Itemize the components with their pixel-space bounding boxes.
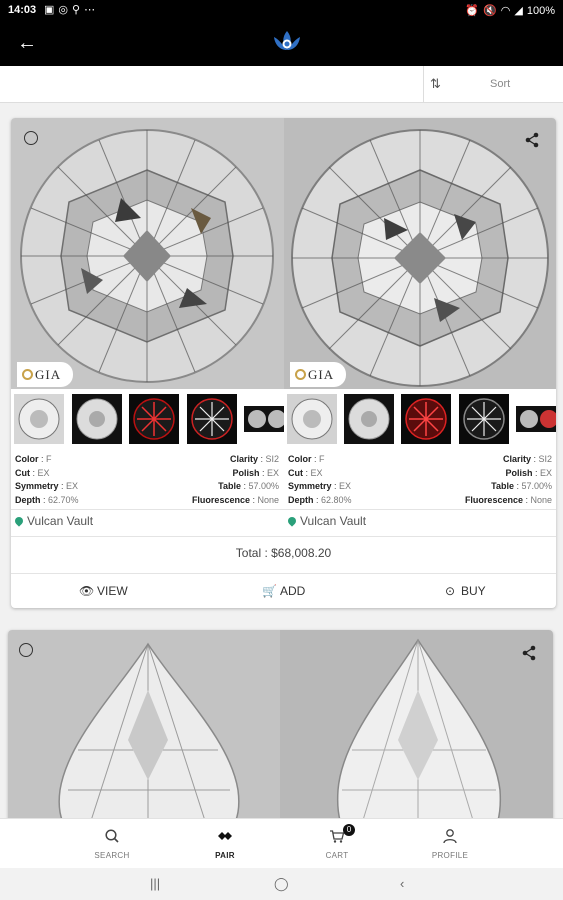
nav-search[interactable]: SEARCH	[77, 819, 147, 869]
thumbnail-photo[interactable]	[287, 394, 337, 444]
pair-card: GIA GIA Color: F Clarity: SI2 Cut: EX…	[11, 118, 556, 608]
round-diamond-image	[291, 129, 549, 387]
buy-arrow-icon: ⊙	[444, 584, 456, 598]
gia-lab-badge: GIA	[17, 362, 73, 387]
whatsapp-icon: ◎	[58, 4, 73, 16]
thumbnail-photo-dark[interactable]	[72, 394, 122, 444]
spec-table: 57.00%	[521, 481, 552, 492]
thumbnail-hearts[interactable]	[187, 394, 237, 444]
buy-button[interactable]: ⊙ BUY	[443, 584, 486, 598]
spec-cut: EX	[37, 467, 50, 478]
alarm-icon: ⏰	[465, 5, 480, 17]
battery-level: 100%	[526, 5, 555, 17]
divider	[11, 573, 556, 574]
image-icon: ▣	[44, 4, 59, 16]
spec-table: 57.00%	[248, 481, 279, 492]
cart-count-badge: 0	[343, 824, 355, 836]
share-icon[interactable]	[521, 645, 537, 661]
round-diamond-image	[20, 129, 274, 383]
thumbnail-arrows[interactable]	[401, 394, 451, 444]
sort-divider	[423, 66, 424, 103]
thumbnail-arrows[interactable]	[129, 394, 179, 444]
home-icon[interactable]: ◯	[274, 876, 289, 892]
location-pin-icon	[13, 515, 25, 527]
status-time: 14:03	[8, 4, 37, 16]
wifi-icon: ◠	[500, 5, 511, 17]
thumbnail-photo-partial[interactable]	[516, 394, 556, 444]
thumbnail-photo-dark[interactable]	[344, 394, 394, 444]
divider	[11, 509, 556, 510]
spec-color: F	[319, 454, 325, 464]
spec-depth: 62.70%	[48, 494, 79, 505]
sort-arrows-icon[interactable]: ⇅	[430, 76, 441, 92]
recent-apps-icon[interactable]: |||	[150, 876, 160, 891]
diamond-photo-left[interactable]	[8, 630, 280, 830]
spec-cut: EX	[310, 467, 323, 478]
pair-total-price: Total : $68,008.20	[235, 546, 332, 560]
select-radio[interactable]	[19, 643, 33, 657]
spec-color: F	[46, 454, 52, 464]
nav-profile[interactable]: PROFILE	[415, 819, 485, 869]
brand-lotus-logo	[274, 31, 300, 50]
share-icon[interactable]	[524, 132, 540, 148]
nav-pair[interactable]: PAIR	[190, 819, 260, 869]
location-pin-icon	[286, 515, 298, 527]
specs-left: Color : F Clarity : SI2 Cut : EX Polish : …	[15, 454, 279, 505]
location-icon: ⚲	[72, 4, 85, 16]
spec-depth: 62.80%	[321, 494, 352, 505]
bottom-navigation: SEARCH PAIR 0 CART PROFILE	[0, 818, 563, 868]
spec-symmetry: EX	[339, 481, 352, 492]
thumbnail-hearts[interactable]	[459, 394, 509, 444]
pear-diamond-image	[336, 638, 502, 830]
specs-right: Color : F Clarity : SI2 Cut : EX Polish : …	[288, 454, 552, 505]
spec-fluorescence: None	[530, 494, 552, 505]
nav-cart[interactable]: 0 CART	[302, 819, 372, 869]
view-button[interactable]: 👁 VIEW	[79, 584, 128, 598]
gia-lab-badge: GIA	[290, 362, 346, 387]
back-icon[interactable]: ‹	[400, 876, 404, 891]
sort-button[interactable]: Sort	[490, 78, 510, 90]
diamond-photo-left[interactable]: GIA	[11, 118, 284, 389]
app-bar: ←	[0, 20, 563, 66]
add-to-cart-button[interactable]: 🛒 ADD	[262, 584, 305, 598]
profile-icon	[443, 829, 457, 844]
sort-bar: ⇅ Sort	[0, 66, 563, 103]
back-arrow-icon[interactable]: ←	[14, 30, 40, 56]
spec-polish: EX	[266, 467, 279, 478]
spec-polish: EX	[539, 467, 552, 478]
select-radio[interactable]	[24, 131, 38, 145]
thumbnail-photo-partial[interactable]	[244, 394, 284, 444]
more-icon: ⋯	[84, 4, 100, 16]
status-right: ⏰ 🔇 ◠ ◢ 100%	[461, 4, 555, 17]
notification-icons: ▣◎⚲⋯	[44, 3, 99, 16]
vendor-left[interactable]: Vulcan Vault	[13, 514, 93, 528]
vendor-right[interactable]: Vulcan Vault	[286, 514, 366, 528]
status-bar: 14:03 ▣◎⚲⋯ ⏰ 🔇 ◠ ◢ 100%	[0, 0, 563, 20]
cart-icon: 🛒	[262, 584, 277, 598]
diamond-photo-right[interactable]: GIA	[284, 118, 556, 389]
pair-diamonds-icon	[218, 832, 232, 840]
gia-seal-icon	[22, 369, 33, 380]
spec-clarity: SI2	[265, 454, 279, 464]
mute-icon: 🔇	[483, 5, 497, 17]
spec-symmetry: EX	[66, 481, 79, 492]
signal-icon: ◢	[514, 5, 523, 17]
spec-fluorescence: None	[257, 494, 279, 505]
spec-clarity: SI2	[538, 454, 552, 464]
system-navigation-bar: ||| ◯ ‹	[0, 868, 563, 900]
pair-card	[8, 630, 553, 830]
thumbnail-strip-left	[11, 394, 284, 446]
divider	[11, 536, 556, 537]
thumbnail-strip-right	[284, 394, 556, 446]
eye-icon: 👁	[79, 584, 95, 598]
search-icon	[105, 829, 119, 843]
pear-diamond-image	[58, 642, 240, 830]
thumbnail-photo[interactable]	[14, 394, 64, 444]
gia-seal-icon	[295, 369, 306, 380]
diamond-photo-right[interactable]	[280, 630, 553, 830]
